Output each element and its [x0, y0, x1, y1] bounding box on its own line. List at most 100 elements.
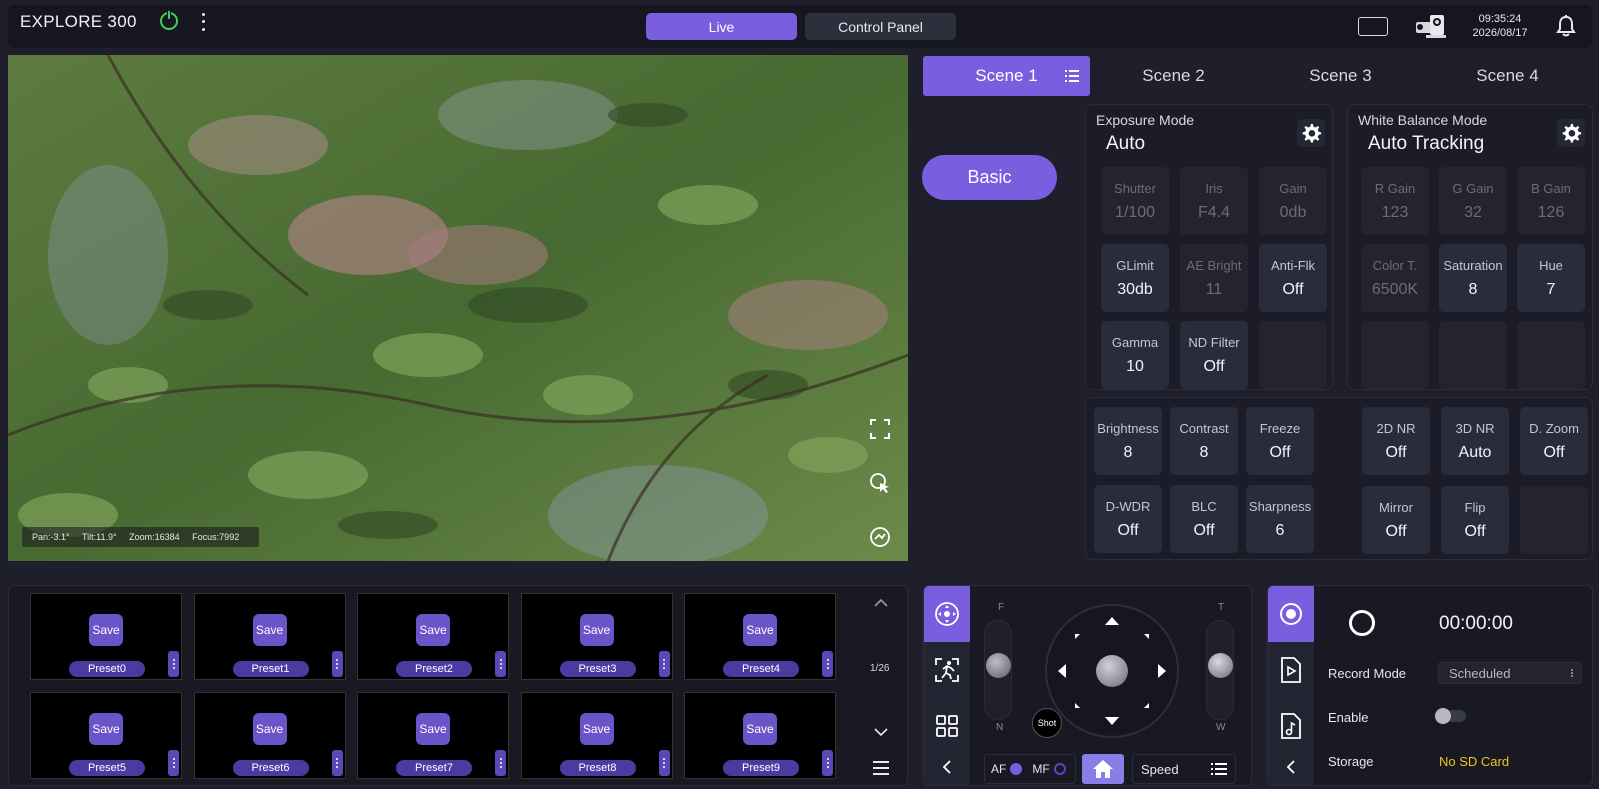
fullscreen-icon[interactable] [868, 417, 892, 441]
bell-icon[interactable] [1555, 14, 1577, 38]
preset-more-icon[interactable] [495, 750, 506, 776]
image-brightness-cell[interactable]: Brightness 8 [1094, 407, 1162, 475]
auto-tracking-button[interactable] [924, 642, 970, 698]
wb-hue-cell[interactable]: Hue 7 [1517, 244, 1585, 312]
image-3d-nr-cell[interactable]: 3D NR Auto [1441, 407, 1509, 475]
exposure-gamma-cell[interactable]: Gamma 10 [1101, 321, 1169, 389]
white-balance-settings-gear-icon[interactable] [1557, 119, 1585, 147]
wb-saturation-cell[interactable]: Saturation 8 [1439, 244, 1507, 312]
preset-more-icon[interactable] [331, 750, 343, 776]
preset-tile[interactable]: Save Preset3 [520, 593, 673, 680]
image-sharpness-cell[interactable]: Sharpness 6 [1246, 485, 1314, 553]
chevron-up-icon[interactable] [874, 598, 888, 608]
touch-focus-icon[interactable] [868, 471, 892, 495]
wb-b-gain-cell[interactable]: B Gain 126 [1517, 167, 1585, 235]
preset-more-icon[interactable] [822, 750, 833, 776]
preset-tile[interactable]: Save Preset4 [684, 593, 836, 680]
preset-save-button[interactable]: Save [89, 614, 123, 646]
exposure-iris-cell[interactable]: Iris F4.4 [1180, 167, 1248, 235]
exposure-glimit-cell[interactable]: GLimit 30db [1101, 244, 1169, 312]
wb-r-gain-cell[interactable]: R Gain 123 [1361, 167, 1429, 235]
preset-save-button[interactable]: Save [743, 713, 777, 745]
preset-save-button[interactable]: Save [579, 713, 614, 745]
preset-tile[interactable]: Save Preset2 [357, 593, 509, 680]
image-d-zoom-cell[interactable]: D. Zoom Off [1520, 407, 1588, 475]
more-vertical-icon[interactable] [196, 11, 210, 33]
basic-mode-button[interactable]: Basic [922, 155, 1057, 200]
zoom-slider-knob[interactable] [1208, 653, 1233, 678]
preset-save-button[interactable]: Save [252, 713, 287, 745]
snapshot-button[interactable]: Shot [1032, 708, 1062, 738]
image-2d-nr-cell[interactable]: 2D NR Off [1362, 407, 1430, 475]
area-zoom-icon[interactable] [868, 525, 892, 549]
wb-g-gain-cell[interactable]: G Gain 32 [1439, 167, 1507, 235]
ptz-collapse-button[interactable] [924, 746, 970, 785]
af-radio[interactable] [1010, 763, 1023, 775]
preset-more-icon[interactable] [168, 651, 179, 677]
preset-save-button[interactable]: Save [89, 713, 123, 745]
scene-list-icon[interactable] [1064, 68, 1080, 84]
preset-save-button[interactable]: Save [252, 614, 287, 646]
exposure-settings-gear-icon[interactable] [1297, 119, 1325, 147]
enable-toggle[interactable] [1435, 708, 1466, 724]
preset-save-button[interactable]: Save [743, 614, 777, 646]
exposure-gain-cell[interactable]: Gain 0db [1259, 167, 1327, 235]
mf-radio[interactable] [1053, 763, 1066, 775]
preset-tile[interactable]: Save Preset9 [684, 692, 836, 779]
preset-more-icon[interactable] [822, 651, 833, 677]
exposure-anti-flk-cell[interactable]: Anti-Flk Off [1259, 244, 1327, 312]
wb-empty-cell [1361, 321, 1429, 389]
ptz-camera-icon[interactable] [1412, 13, 1450, 40]
preset-save-button[interactable]: Save [579, 614, 614, 646]
record-mode-select[interactable]: Scheduled [1438, 662, 1582, 684]
chevron-down-icon[interactable] [874, 727, 888, 737]
preset-more-icon[interactable] [658, 651, 670, 677]
image-mirror-cell[interactable]: Mirror Off [1362, 486, 1430, 554]
ptz-joystick-mode-button[interactable] [924, 586, 970, 642]
exposure-nd-filter-cell[interactable]: ND Filter Off [1180, 321, 1248, 389]
exposure-mode-value[interactable]: Auto [1106, 133, 1145, 155]
exposure-ae-bright-cell[interactable]: AE Bright 11 [1180, 244, 1248, 312]
preset-more-icon[interactable] [168, 750, 179, 776]
focus-slider-knob[interactable] [986, 653, 1011, 678]
image-contrast-cell[interactable]: Contrast 8 [1170, 407, 1238, 475]
tab-scene-2[interactable]: Scene 2 [1090, 56, 1257, 96]
tab-live[interactable]: Live [646, 13, 797, 40]
home-button[interactable] [1082, 754, 1124, 784]
playback-tab-button[interactable] [1268, 642, 1314, 698]
menu-icon[interactable] [872, 760, 890, 776]
wb-color-t-cell[interactable]: Color T. 6500K [1361, 244, 1429, 312]
joystick-knob[interactable] [1096, 655, 1128, 687]
record-tab-button[interactable] [1268, 586, 1314, 642]
exposure-shutter-cell[interactable]: Shutter 1/100 [1101, 167, 1169, 235]
tab-scene-4[interactable]: Scene 4 [1424, 56, 1591, 96]
live-video-view[interactable]: Pan:-3.1° Tilt:11.9° Zoom:16384 Focus:79… [8, 55, 908, 561]
preset-tile[interactable]: Save Preset6 [193, 692, 346, 779]
preset-tile[interactable]: Save Preset7 [357, 692, 509, 779]
focus-mode-toggle[interactable]: AF MF [984, 754, 1076, 784]
wb-color-t-label: Color T. [1372, 257, 1418, 273]
record-button[interactable] [1349, 610, 1375, 636]
preset-tile[interactable]: Save Preset5 [30, 692, 182, 779]
speed-selector[interactable]: Speed [1132, 754, 1236, 784]
preset-tile[interactable]: Save Preset8 [520, 692, 673, 779]
preset-name: Preset7 [396, 760, 472, 776]
preset-more-icon[interactable] [658, 750, 670, 776]
image-flip-cell[interactable]: Flip Off [1441, 486, 1509, 554]
tab-scene-3[interactable]: Scene 3 [1257, 56, 1424, 96]
display-icon[interactable] [1358, 17, 1388, 36]
preset-tile[interactable]: Save Preset0 [30, 593, 182, 680]
white-balance-mode-value[interactable]: Auto Tracking [1368, 133, 1484, 155]
image-blc-cell[interactable]: BLC Off [1170, 485, 1238, 553]
preset-more-icon[interactable] [495, 651, 506, 677]
power-icon[interactable] [160, 11, 178, 30]
tab-control-panel[interactable]: Control Panel [805, 13, 956, 40]
recording-collapse-button[interactable] [1268, 746, 1314, 785]
image-d-wdr-cell[interactable]: D-WDR Off [1094, 485, 1162, 553]
preset-name: Preset1 [232, 661, 309, 677]
preset-save-button[interactable]: Save [416, 614, 450, 646]
image-freeze-cell[interactable]: Freeze Off [1246, 407, 1314, 475]
preset-tile[interactable]: Save Preset1 [193, 593, 346, 680]
preset-more-icon[interactable] [331, 651, 343, 677]
preset-save-button[interactable]: Save [416, 713, 450, 745]
